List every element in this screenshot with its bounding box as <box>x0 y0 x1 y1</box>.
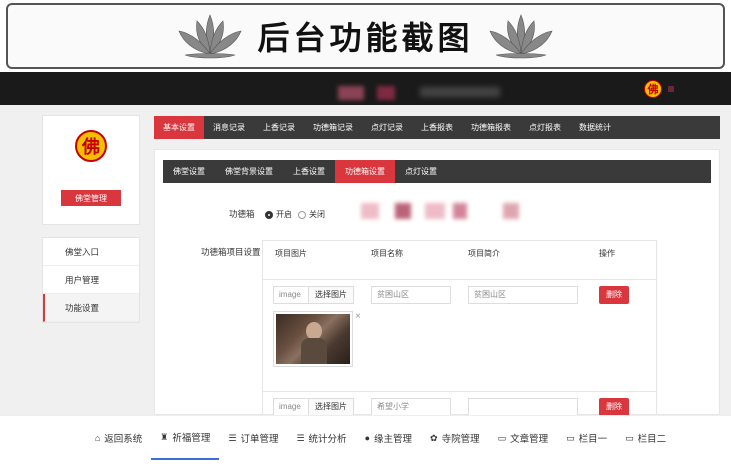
cogs-icon: ✿ <box>430 432 438 443</box>
obscured-text <box>395 203 411 219</box>
row-divider <box>263 391 656 392</box>
obscured-text <box>361 203 379 219</box>
temple-manage-button[interactable]: 佛堂管理 <box>61 190 121 206</box>
tab-donation-records[interactable]: 功德箱记录 <box>304 116 362 139</box>
obscured-title <box>420 87 500 97</box>
bottom-item-label: 文章管理 <box>510 434 549 445</box>
sidebar-item-settings[interactable]: 功能设置 <box>43 294 139 322</box>
bottom-nav: ⌂ 返回系统 ♜ 祈福管理 ☰ 订单管理 ☰ 统计分析 ● 缘主管理 ✿ 寺院管理 ▭ 文章管… <box>0 415 731 475</box>
tab-lamp-records[interactable]: 点灯记录 <box>362 116 412 139</box>
obscured-text <box>425 203 445 219</box>
tab-donation-report[interactable]: 功德箱报表 <box>462 116 520 139</box>
bottom-item-label: 栏目一 <box>578 434 608 445</box>
card-icon: ▭ <box>566 432 575 443</box>
row-divider <box>263 279 656 280</box>
item-intro-input[interactable] <box>468 398 578 416</box>
tab-incense-records[interactable]: 上香记录 <box>254 116 304 139</box>
image-path-input[interactable]: image <box>273 286 309 304</box>
main-nav: 基本设置 消息记录 上香记录 功德箱记录 点灯记录 上香报表 功德箱报表 点灯报… <box>154 116 720 139</box>
delete-button[interactable]: 删除 <box>599 286 629 304</box>
tab-donation-box-settings[interactable]: 功德箱设置 <box>335 160 395 183</box>
radio-disable-label: 关闭 <box>309 210 325 219</box>
sidebar-item-users[interactable]: 用户管理 <box>43 266 139 294</box>
bottom-item-label: 祈福管理 <box>172 433 211 444</box>
user-icon: ● <box>364 433 370 443</box>
obscured-text <box>503 203 519 219</box>
sidebar-menu: 佛堂入口 用户管理 功能设置 <box>42 237 140 323</box>
obscured-user <box>668 86 674 92</box>
obscured-text <box>453 203 467 219</box>
bottom-item-stats[interactable]: ☰ 统计分析 <box>287 416 355 460</box>
bottom-item-label: 栏目二 <box>637 434 667 445</box>
tab-lamp-report[interactable]: 点灯报表 <box>520 116 570 139</box>
bottom-item-column-2[interactable]: ▭ 栏目二 <box>616 416 675 460</box>
donation-items-label: 功德箱项目设置 <box>201 247 261 257</box>
bottom-item-label: 返回系统 <box>104 434 143 445</box>
radio-enable-label: 开启 <box>276 210 292 219</box>
sidebar-profile: 佛 佛堂管理 <box>42 115 140 225</box>
image-path-input[interactable]: image <box>273 398 309 416</box>
table-header: 项目名称 <box>371 249 403 258</box>
tab-incense-report[interactable]: 上香报表 <box>412 116 462 139</box>
banner-title: 后台功能截图 <box>257 19 474 57</box>
lotus-left-icon <box>179 14 242 59</box>
table-header: 项目图片 <box>275 249 307 258</box>
tab-basic-settings[interactable]: 基本设置 <box>154 116 204 139</box>
top-header-bar: 佛 <box>0 72 731 105</box>
buddha-logo-icon[interactable]: 佛 <box>644 80 662 98</box>
tab-lamp-settings[interactable]: 点灯设置 <box>395 160 447 183</box>
donation-box-label: 功德箱 <box>229 209 255 219</box>
list-icon: ☰ <box>228 432 237 443</box>
tab-statistics[interactable]: 数据统计 <box>570 116 620 139</box>
remove-image-icon[interactable]: × <box>355 311 361 322</box>
tab-incense-settings[interactable]: 上香设置 <box>283 160 335 183</box>
photo-body <box>301 338 327 364</box>
obscured-title <box>377 86 395 100</box>
bottom-item-column-1[interactable]: ▭ 栏目一 <box>557 416 616 460</box>
delete-button[interactable]: 删除 <box>599 398 629 416</box>
home-icon: ⌂ <box>94 433 101 443</box>
bottom-item-donors[interactable]: ● 缘主管理 <box>356 416 421 460</box>
bottom-item-label: 寺院管理 <box>441 434 480 445</box>
item-image-thumbnail <box>273 311 353 367</box>
tab-message-records[interactable]: 消息记录 <box>204 116 254 139</box>
buddha-logo-icon: 佛 <box>75 130 107 162</box>
radio-checked-icon <box>265 210 273 219</box>
bottom-item-orders[interactable]: ☰ 订单管理 <box>219 416 287 460</box>
obscured-title <box>338 86 364 100</box>
gift-icon: ♜ <box>160 431 169 442</box>
item-intro-input[interactable]: 贫困山区 <box>468 286 578 304</box>
bottom-item-label: 缘主管理 <box>374 434 413 445</box>
radio-unchecked-icon <box>298 210 306 219</box>
table-header: 项目简介 <box>468 249 500 258</box>
card-icon: ▭ <box>625 432 634 443</box>
table-header: 操作 <box>599 249 615 258</box>
lotus-right-icon <box>489 14 552 59</box>
bottom-item-articles[interactable]: ▭ 文章管理 <box>489 416 558 460</box>
bottom-item-back[interactable]: ⌂ 返回系统 <box>86 416 151 460</box>
item-name-input[interactable]: 希望小学 <box>371 398 451 416</box>
page-body: 佛 佛堂管理 佛堂入口 用户管理 功能设置 基本设置 消息记录 上香记录 功德箱… <box>0 105 731 466</box>
tab-hall-settings[interactable]: 佛堂设置 <box>163 160 215 183</box>
tab-hall-background[interactable]: 佛堂背景设置 <box>215 160 283 183</box>
sidebar-item-entrance[interactable]: 佛堂入口 <box>43 238 139 266</box>
item-name-input[interactable]: 贫困山区 <box>371 286 451 304</box>
radio-enable[interactable]: 开启 <box>265 209 292 220</box>
screenshot-banner: 后台功能截图 <box>6 3 725 69</box>
settings-panel: 佛堂设置 佛堂背景设置 上香设置 功德箱设置 点灯设置 功德箱 开启 关闭 功德… <box>154 149 720 466</box>
radio-disable[interactable]: 关闭 <box>298 209 325 220</box>
bottom-item-label: 订单管理 <box>240 434 279 445</box>
select-image-button[interactable]: 选择图片 <box>308 286 354 304</box>
bottom-item-temple[interactable]: ✿ 寺院管理 <box>421 416 489 460</box>
sub-nav: 佛堂设置 佛堂背景设置 上香设置 功德箱设置 点灯设置 <box>163 160 711 183</box>
bottom-item-blessing[interactable]: ♜ 祈福管理 <box>151 416 220 460</box>
bottom-item-label: 统计分析 <box>308 434 347 445</box>
select-image-button[interactable]: 选择图片 <box>308 398 354 416</box>
card-icon: ▭ <box>497 432 507 443</box>
list-icon: ☰ <box>296 432 305 443</box>
item-photo <box>276 314 350 364</box>
